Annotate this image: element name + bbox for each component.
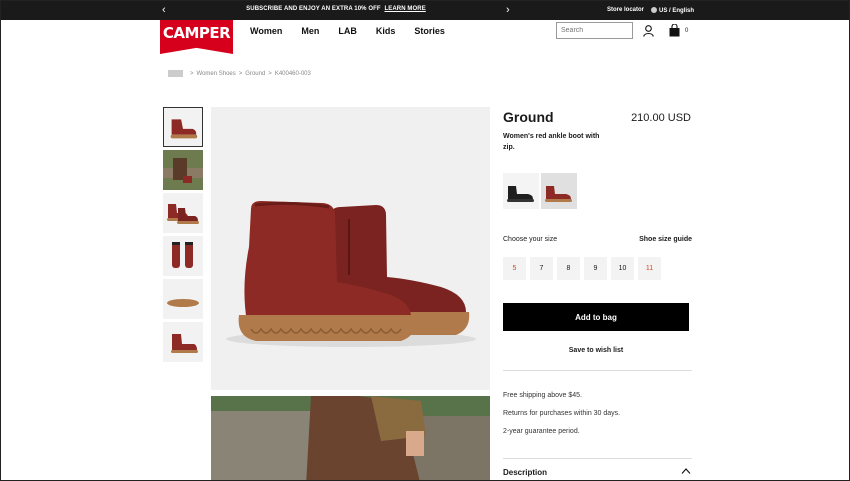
breadcrumb-women-shoes[interactable]: Women Shoes [197,71,236,77]
thumbnail-front-view[interactable] [163,236,203,276]
size-option-9[interactable]: 9 [584,257,607,280]
red-boot-swatch-image [545,186,572,202]
thumbnail-lifestyle[interactable] [163,150,203,190]
red-ankle-boot-image [226,201,476,347]
nav-men[interactable]: Men [301,26,319,36]
main-product-image[interactable] [211,107,490,390]
promo-bar: ‹ SUBSCRIBE AND ENJOY AN EXTRA 10% OFF L… [1,1,849,20]
thumbnail-side-view[interactable] [163,107,203,147]
divider [503,370,692,371]
breadcrumb-ground[interactable]: Ground [245,71,265,77]
info-free-shipping: Free shipping above $45. [503,392,582,399]
boot-sole-thumbnail-image [167,299,199,307]
language-selector[interactable]: US / English [651,7,694,14]
bag-count: 0 [685,28,689,34]
nav-stories[interactable]: Stories [414,26,445,36]
breadcrumb-separator: > [268,70,272,77]
chevron-up-icon[interactable] [681,467,691,475]
globe-icon [651,7,657,13]
info-guarantee: 2-year guarantee period. [503,428,580,435]
size-option-10[interactable]: 10 [611,257,634,280]
color-swatch-red[interactable] [541,173,577,209]
boot-front-thumbnail-image [172,242,193,268]
product-title: Ground [503,109,554,125]
info-returns: Returns for purchases within 30 days. [503,410,621,417]
description-accordion-header[interactable]: Description [503,468,547,477]
choose-size-label: Choose your size [503,236,558,243]
user-icon[interactable] [643,25,654,37]
promo-text: SUBSCRIBE AND ENJOY AN EXTRA 10% OFF [246,6,381,12]
lifestyle-photo [211,396,490,480]
size-selector: 5 7 8 9 10 11 [503,257,665,280]
promo-learn-more-link[interactable]: LEARN MORE [384,6,425,12]
thumbnail-pair-view[interactable] [163,193,203,233]
thumbnail-back-view[interactable] [163,322,203,362]
nav-lab[interactable]: LAB [338,26,357,36]
main-nav: Women Men LAB Kids Stories [250,26,464,36]
product-price: 210.00 USD [631,112,691,124]
boot-side-thumbnail-image [170,119,198,139]
size-option-7[interactable]: 7 [530,257,553,280]
color-swatch-black[interactable] [503,173,539,209]
nav-kids[interactable]: Kids [376,26,396,36]
nav-women[interactable]: Women [250,26,282,36]
add-to-bag-button[interactable]: Add to bag [503,303,689,331]
breadcrumb-separator: > [238,70,243,77]
language-label: US / English [659,8,695,14]
black-boot-swatch-image [507,186,534,202]
thumbnail-list [163,107,203,365]
store-locator-link[interactable]: Store locator [607,7,644,13]
boot-pair-thumbnail-image [167,204,199,224]
product-short-description: Women's red ankle boot with zip. [503,133,600,151]
promo-message: SUBSCRIBE AND ENJOY AN EXTRA 10% OFF LEA… [1,6,671,12]
size-option-8[interactable]: 8 [557,257,580,280]
lifestyle-thumbnail-image [163,150,203,190]
promo-next-arrow-icon[interactable]: › [506,4,510,16]
page: ‹ SUBSCRIBE AND ENJOY AN EXTRA 10% OFF L… [0,0,850,481]
size-option-5[interactable]: 5 [503,257,526,280]
home-icon[interactable] [168,70,183,77]
size-option-11[interactable]: 11 [638,257,661,280]
search-input[interactable] [556,22,633,39]
shopping-bag-icon[interactable] [669,24,680,37]
camper-logo[interactable]: CAMPER [160,20,233,54]
thumbnail-sole-view[interactable] [163,279,203,319]
divider [503,458,692,459]
boot-back-thumbnail-image [171,334,198,353]
breadcrumb-separator: > [190,70,194,77]
breadcrumb-product-code: K400460-003 [274,70,311,77]
logo-text: CAMPER [162,24,231,42]
save-to-wishlist-link[interactable]: Save to wish list [503,347,689,354]
breadcrumb: > Women Shoes > Ground > K400460-003 [168,70,311,77]
lifestyle-image[interactable] [211,396,490,480]
size-guide-link[interactable]: Shoe size guide [601,236,692,243]
